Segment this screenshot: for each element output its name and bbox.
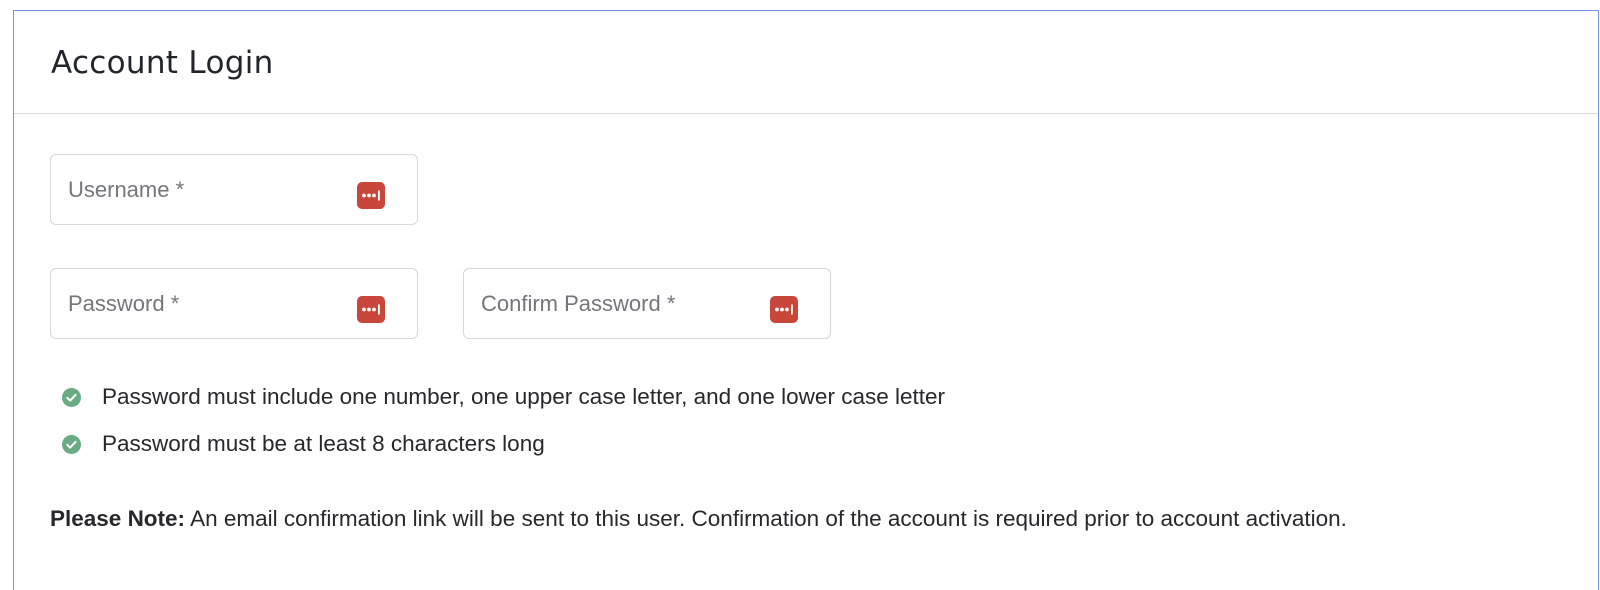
password-manager-key-icon[interactable]: [357, 182, 385, 209]
password-manager-key-icon[interactable]: [770, 296, 798, 323]
confirm-password-field: [463, 268, 831, 339]
password-field: [50, 268, 418, 339]
email-confirmation-note: Please Note: An email confirmation link …: [50, 506, 1347, 532]
note-label: Please Note:: [50, 506, 186, 531]
username-field: [50, 154, 418, 225]
check-circle-icon: [62, 434, 81, 454]
password-rule-text: Password must include one number, one up…: [102, 384, 945, 409]
panel-header: Account Login: [14, 11, 1598, 114]
password-manager-key-icon[interactable]: [357, 296, 385, 323]
check-circle-icon: [62, 387, 81, 407]
note-text: An email confirmation link will be sent …: [185, 506, 1347, 531]
page-title: Account Login: [51, 45, 274, 81]
password-rule-item: Password must be at least 8 characters l…: [62, 430, 545, 458]
password-rule-text: Password must be at least 8 characters l…: [102, 431, 545, 456]
password-rule-item: Password must include one number, one up…: [62, 383, 945, 411]
